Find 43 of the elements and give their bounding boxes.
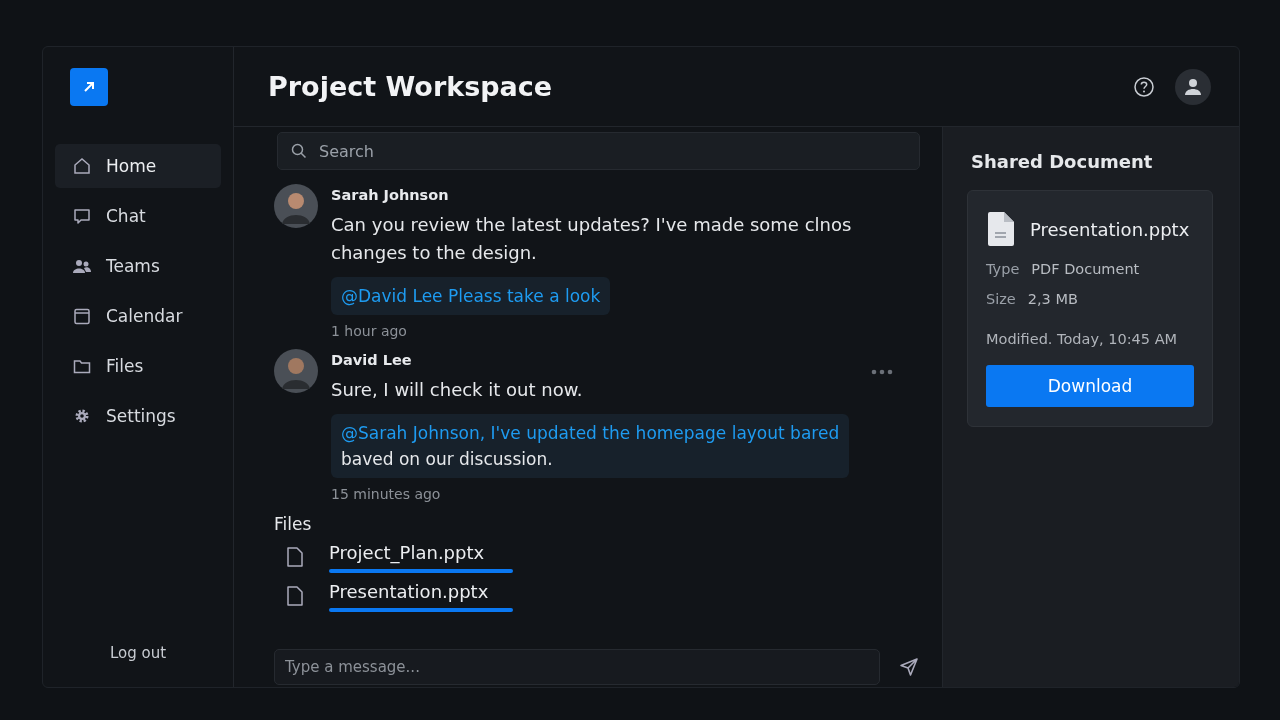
mention-message: @David Lee Pleass take a look (331, 277, 611, 315)
detail-value: PDF Document (1031, 261, 1140, 277)
file-icon (286, 584, 304, 607)
detail-label: Type (986, 261, 1020, 277)
file-link[interactable]: Project_Plan.pptx (329, 540, 513, 566)
section-title: Files (274, 514, 313, 534)
message-text: Sure, I will check it out now. (331, 378, 584, 402)
user-avatar[interactable] (1175, 68, 1211, 105)
message-input[interactable]: Type a message... (274, 649, 880, 685)
panel-title: Shared Document (971, 151, 1154, 172)
message-author: Sarah Johnson (331, 187, 450, 203)
chat-icon (72, 206, 92, 226)
sidebar-item[interactable]: Teams (55, 244, 221, 288)
home-icon (72, 156, 92, 176)
download-button[interactable]: Download (986, 365, 1194, 407)
user-avatar (274, 184, 318, 228)
sidebar-item[interactable]: Settings (55, 394, 221, 438)
more-icon[interactable] (871, 369, 893, 375)
sidebar-item[interactable]: Calendar (55, 294, 221, 338)
detail-label: Size (986, 291, 1016, 307)
document-icon (986, 211, 1016, 247)
message-author: David Lee (331, 352, 413, 368)
search-icon (291, 143, 307, 159)
modified-date: Modified. Today, 10:45 AM (986, 331, 1179, 347)
message-time: 15 minutes ago (331, 486, 442, 502)
send-icon[interactable] (898, 656, 920, 678)
help-icon[interactable] (1133, 75, 1155, 98)
document-name: Presentation.pptx (1030, 218, 1190, 240)
app-logo (70, 68, 108, 106)
file-icon (286, 545, 304, 568)
mention-message: @Sarah Johnson, I've updated the homepage layout bared baved on our discussion. (331, 414, 850, 478)
search-field[interactable]: Search (277, 132, 920, 170)
file-link[interactable]: Presentation.pptx (329, 579, 513, 605)
sidebar-item[interactable]: Home (55, 144, 221, 188)
detail-value: 2,3 MB (1027, 291, 1078, 307)
message-time: 1 hour ago (331, 323, 408, 339)
window-title: Project Workspace (268, 71, 553, 102)
calendar-icon (72, 306, 92, 326)
logout-button[interactable]: Log out (103, 643, 173, 663)
user-avatar (274, 349, 318, 393)
sidebar-item[interactable]: Files (55, 344, 221, 388)
sidebar-item[interactable]: Chat (55, 194, 221, 238)
message-text: Can you review the latest updates? I've made some clnos changes to the design. (331, 213, 853, 265)
